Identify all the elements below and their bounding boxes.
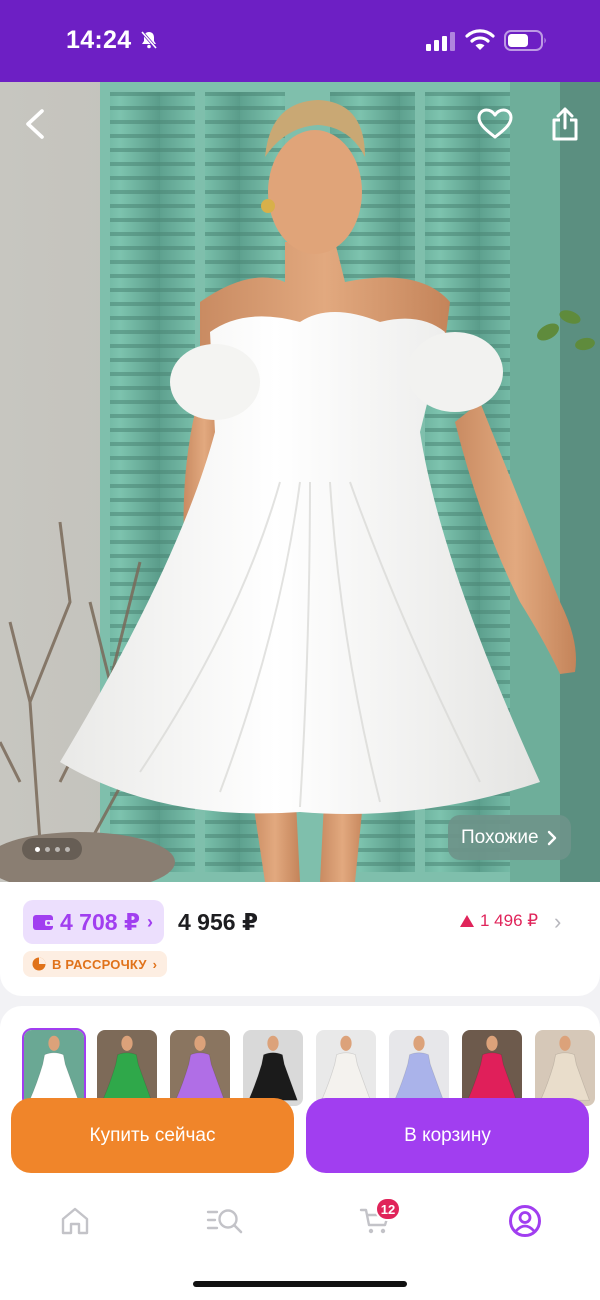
pagination-dot	[44, 846, 50, 852]
tab-profile[interactable]	[505, 1201, 545, 1241]
gallery-pagination	[22, 838, 82, 860]
price-drop-info[interactable]: 1 496 ₽	[460, 911, 538, 931]
chevron-right-icon: ›	[152, 956, 158, 972]
chevron-right-icon: ›	[146, 911, 153, 932]
color-variant-thumb[interactable]	[314, 1028, 378, 1108]
product-gallery[interactable]: Похожие	[0, 82, 600, 882]
pagination-dot	[34, 846, 40, 852]
chevron-right-icon[interactable]: ›	[554, 909, 561, 935]
back-icon	[26, 109, 44, 139]
status-time: 14:24	[66, 26, 132, 54]
back-button[interactable]	[12, 100, 60, 148]
color-variant-thumb[interactable]	[387, 1028, 451, 1108]
tab-catalog[interactable]	[205, 1201, 245, 1241]
regular-price: 4 956 ₽	[178, 909, 258, 935]
battery-icon	[504, 30, 546, 51]
tab-home[interactable]	[55, 1201, 95, 1241]
share-button[interactable]	[541, 100, 589, 148]
variant-photo	[97, 1030, 157, 1106]
color-variant-thumb[interactable]	[241, 1028, 305, 1108]
heart-icon	[477, 108, 513, 139]
cart-count-badge: 12	[375, 1197, 401, 1221]
bell-off-icon	[140, 31, 158, 49]
signal-icon	[426, 32, 455, 51]
similar-label: Похожие	[461, 826, 539, 848]
installment-label: В РАССРОЧКУ	[52, 956, 147, 972]
triangle-up-icon	[460, 915, 474, 927]
wallet-price-badge[interactable]: 4 708 ₽ ›	[23, 900, 164, 944]
add-to-cart-button[interactable]: В корзину	[306, 1098, 589, 1173]
color-variant-thumb[interactable]	[22, 1028, 86, 1108]
home-icon	[61, 1207, 89, 1235]
product-photo	[0, 82, 600, 882]
variant-photo	[389, 1030, 449, 1106]
pie-chart-icon	[32, 957, 46, 971]
home-indicator[interactable]	[193, 1281, 407, 1287]
similar-button[interactable]: Похожие	[448, 815, 571, 860]
pagination-dot	[64, 846, 70, 852]
variant-photo	[462, 1030, 522, 1106]
color-variants-list	[22, 1028, 597, 1108]
profile-icon	[509, 1205, 541, 1237]
discount-amount: 1 496 ₽	[480, 911, 539, 930]
wallet-icon	[33, 915, 54, 930]
color-variant-thumb[interactable]	[168, 1028, 232, 1108]
variant-photo	[243, 1030, 303, 1106]
variant-photo	[535, 1030, 595, 1106]
variant-photo	[170, 1030, 230, 1106]
bottom-tab-bar: 12	[0, 1185, 600, 1300]
favorite-button[interactable]	[471, 100, 519, 148]
pagination-dot	[54, 846, 60, 852]
color-variant-thumb[interactable]	[533, 1028, 597, 1108]
installment-badge[interactable]: В РАССРОЧКУ ›	[23, 951, 168, 977]
color-variant-thumb[interactable]	[460, 1028, 524, 1108]
color-variant-thumb[interactable]	[95, 1028, 159, 1108]
catalog-search-icon	[206, 1209, 243, 1234]
share-icon	[552, 107, 578, 141]
price-card: 4 708 ₽ › 4 956 ₽ 1 496 ₽ › В РАССРОЧКУ …	[0, 882, 600, 996]
wifi-icon	[465, 29, 495, 50]
variant-photo	[24, 1030, 84, 1106]
status-bar: 14:24	[0, 0, 600, 82]
chevron-right-icon	[547, 830, 556, 845]
buy-now-button[interactable]: Купить сейчас	[11, 1098, 294, 1173]
wallet-price: 4 708 ₽	[60, 908, 140, 935]
variant-photo	[316, 1030, 376, 1106]
